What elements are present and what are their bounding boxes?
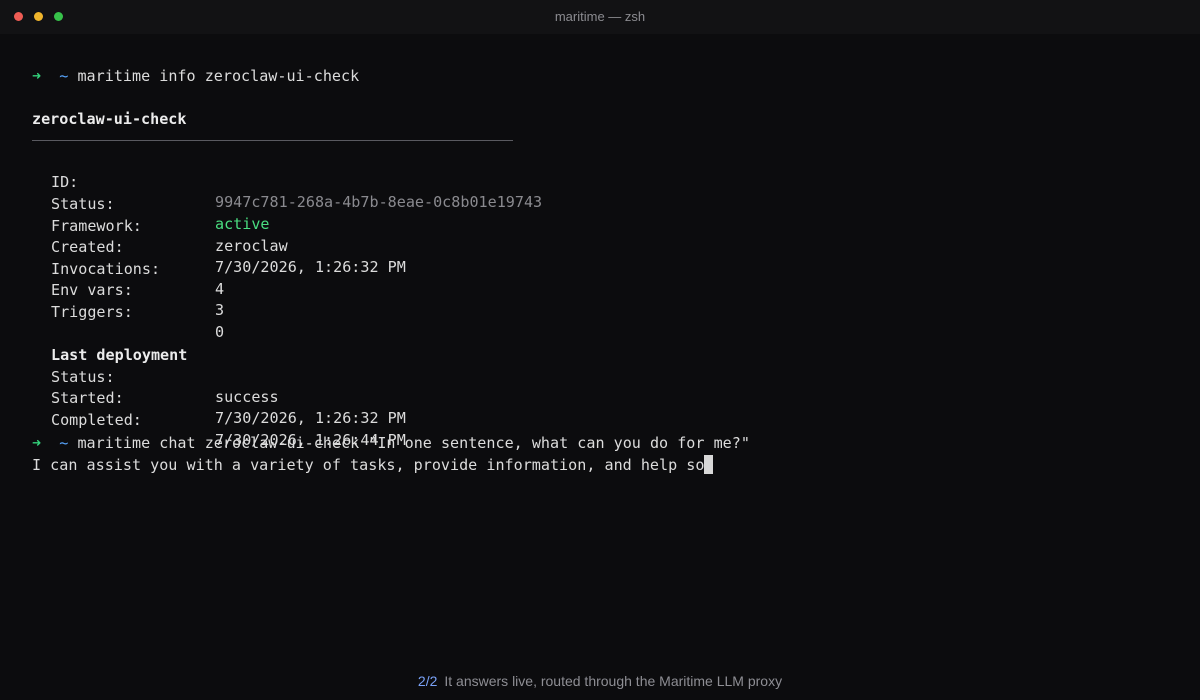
step-counter: 2/2 [417,673,438,689]
last-deployment-heading: Last deployment [51,346,188,364]
field-label: Completed: [51,411,142,429]
deployment-row-started: Started: 7/30/2026, 1:26:32 PM [32,368,632,427]
field-value-env-vars: 3 [215,301,225,319]
field-row-env-vars: Env vars: 3 [32,260,632,319]
deployment-row-completed: Completed: 7/30/2026, 1:26:44 PM [32,390,632,449]
text-cursor [704,455,714,474]
deployment-row-status: Status: success [32,347,632,406]
window-title: maritime — zsh [554,9,646,24]
chat-response: I can assist you with a variety of tasks… [32,455,714,475]
command-line-info: ➜ ~ maritime info zeroclaw-ui-check [32,66,359,86]
prompt-directory: ~ [59,67,69,85]
agent-name-heading: zeroclaw-ui-check [32,110,187,128]
field-row-triggers: Triggers: 0 [32,282,632,341]
title-bar: maritime — zsh [0,0,1200,34]
deployment-started-value: 7/30/2026, 1:26:32 PM [215,409,406,427]
command-line-chat: ➜ ~ maritime chat zeroclaw-ui-check "In … [32,433,750,453]
field-row-status: Status: active [32,174,632,233]
response-text: I can assist you with a variety of tasks… [32,456,705,474]
field-row-id: ID: 9947c781-268a-4b7b-8eae-0c8b01e19743 [32,152,632,211]
terminal-window: maritime — zsh ➜ ~ maritime info zerocla… [0,0,1200,700]
prompt-arrow-icon: ➜ [32,434,42,452]
heading-divider [32,140,513,141]
prompt-directory: ~ [59,434,69,452]
field-row-invocations: Invocations: 4 [32,239,632,298]
field-row-framework: Framework: zeroclaw [32,196,632,255]
caption-text: It answers live, routed through the Mari… [444,673,783,689]
caption-footer: 2/2 It answers live, routed through the M… [0,673,1200,689]
command-text: maritime chat zeroclaw-ui-check "In one … [77,434,750,452]
field-row-created: Created: 7/30/2026, 1:26:32 PM [32,217,632,276]
command-text: maritime info zeroclaw-ui-check [77,67,360,85]
prompt-arrow-icon: ➜ [32,67,42,85]
field-label: Triggers: [51,303,133,321]
